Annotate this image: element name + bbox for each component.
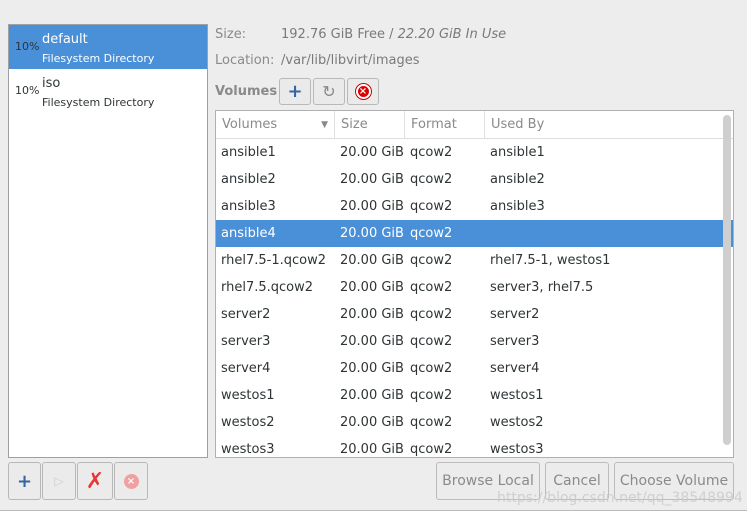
volume-size: 20.00 GiB — [340, 361, 404, 376]
table-row[interactable]: westos3 20.00 GiB qcow2 westos3 — [216, 436, 733, 457]
volume-name: server2 — [221, 307, 271, 322]
plus-icon: + — [287, 81, 303, 102]
location-value: /var/lib/libvirt/images — [281, 53, 420, 68]
volume-size: 20.00 GiB — [340, 415, 404, 430]
volume-used-by: ansible1 — [490, 145, 545, 160]
volume-used-by: westos3 — [490, 442, 544, 457]
volume-format: qcow2 — [410, 442, 453, 457]
volume-name: westos3 — [221, 442, 275, 457]
volume-name: ansible4 — [221, 226, 276, 241]
volume-format: qcow2 — [410, 172, 453, 187]
volume-size: 20.00 GiB — [340, 334, 404, 349]
volume-size: 20.00 GiB — [340, 307, 404, 322]
volume-format: qcow2 — [410, 388, 453, 403]
stop-icon: × — [123, 473, 139, 489]
delete-icon: × — [355, 84, 371, 99]
volume-used-by: server4 — [490, 361, 540, 376]
table-row[interactable]: ansible1 20.00 GiB qcow2 ansible1 — [216, 139, 733, 166]
volume-name: ansible2 — [221, 172, 276, 187]
column-used-by[interactable]: Used By — [485, 111, 733, 138]
volume-size: 20.00 GiB — [340, 199, 404, 214]
size-used: 22.20 GiB In Use — [397, 27, 507, 42]
volume-format: qcow2 — [410, 334, 453, 349]
plus-icon: + — [16, 470, 33, 492]
column-size[interactable]: Size — [335, 111, 405, 138]
column-format[interactable]: Format — [405, 111, 485, 138]
pool-item-default[interactable]: 10% default Filesystem Directory — [9, 25, 207, 69]
volume-name: rhel7.5-1.qcow2 — [221, 253, 326, 268]
start-pool-button[interactable]: ▷ — [42, 462, 76, 500]
volume-used-by: westos1 — [490, 388, 544, 403]
delete-volume-button[interactable]: × — [347, 78, 379, 105]
volume-size: 20.00 GiB — [340, 253, 404, 268]
volume-format: qcow2 — [410, 145, 453, 160]
play-icon: ▷ — [54, 474, 64, 488]
size-free: 192.76 GiB Free / — [281, 27, 398, 42]
volumes-table[interactable]: Volumes ▼ Size Format Used By ansible1 20.… — [215, 110, 734, 458]
volume-used-by: server2 — [490, 307, 540, 322]
volume-size: 20.00 GiB — [340, 172, 404, 187]
pool-type: Filesystem Directory — [42, 96, 155, 109]
volume-name: ansible1 — [221, 145, 276, 160]
location-label: Location: — [215, 53, 275, 68]
volume-name: westos2 — [221, 415, 275, 430]
pool-usage: 10% — [15, 40, 40, 53]
volume-used-by: server3, rhel7.5 — [490, 280, 594, 295]
table-row[interactable]: server2 20.00 GiB qcow2 server2 — [216, 301, 733, 328]
refresh-icon: ↻ — [322, 82, 336, 101]
delete-pool-button[interactable]: ✗ — [77, 462, 113, 500]
volume-format: qcow2 — [410, 226, 453, 241]
volume-format: qcow2 — [410, 199, 453, 214]
volume-size: 20.00 GiB — [340, 280, 404, 295]
column-volumes[interactable]: Volumes ▼ — [216, 111, 335, 138]
volume-format: qcow2 — [410, 361, 453, 376]
storage-pool-list[interactable]: 10% default Filesystem Directory 10% iso… — [8, 24, 208, 458]
table-row[interactable]: westos2 20.00 GiB qcow2 westos2 — [216, 409, 733, 436]
volume-name: server3 — [221, 334, 271, 349]
volume-format: qcow2 — [410, 307, 453, 322]
watermark: https://blog.csdn.net/qq_38548994 — [497, 490, 743, 506]
table-row[interactable]: server4 20.00 GiB qcow2 server4 — [216, 355, 733, 382]
volume-size: 20.00 GiB — [340, 442, 404, 457]
table-row[interactable]: westos1 20.00 GiB qcow2 westos1 — [216, 382, 733, 409]
pool-usage: 10% — [15, 84, 40, 97]
volume-size: 20.00 GiB — [340, 226, 404, 241]
size-value: 192.76 GiB Free / 22.20 GiB In Use — [281, 27, 506, 42]
table-header: Volumes ▼ Size Format Used By — [216, 111, 733, 139]
volume-name: server4 — [221, 361, 271, 376]
size-label: Size: — [215, 27, 247, 42]
add-volume-button[interactable]: + — [279, 78, 311, 105]
volume-name: ansible3 — [221, 199, 276, 214]
sort-down-icon: ▼ — [321, 120, 328, 130]
volume-used-by: rhel7.5-1, westos1 — [490, 253, 611, 268]
volume-size: 20.00 GiB — [340, 145, 404, 160]
volume-used-by: server3 — [490, 334, 540, 349]
volume-size: 20.00 GiB — [340, 388, 404, 403]
add-pool-button[interactable]: + — [8, 462, 41, 500]
pool-type: Filesystem Directory — [42, 52, 155, 65]
volume-name: westos1 — [221, 388, 275, 403]
table-row[interactable]: rhel7.5-1.qcow2 20.00 GiB qcow2 rhel7.5-1, … — [216, 247, 733, 274]
table-row[interactable]: ansible2 20.00 GiB qcow2 ansible2 — [216, 166, 733, 193]
pool-item-iso[interactable]: 10% iso Filesystem Directory — [9, 69, 207, 113]
volume-format: qcow2 — [410, 280, 453, 295]
refresh-volumes-button[interactable]: ↻ — [313, 78, 345, 105]
volume-format: qcow2 — [410, 253, 453, 268]
stop-pool-button[interactable]: × — [114, 462, 148, 500]
scrollbar[interactable] — [723, 115, 731, 445]
volume-used-by: ansible3 — [490, 199, 545, 214]
table-row[interactable]: rhel7.5.qcow2 20.00 GiB qcow2 server3, rhel… — [216, 274, 733, 301]
pool-name: default — [42, 32, 88, 47]
delete-x-icon: ✗ — [85, 468, 105, 494]
table-row[interactable]: server3 20.00 GiB qcow2 server3 — [216, 328, 733, 355]
volumes-label: Volumes — [215, 84, 278, 99]
table-row[interactable]: ansible3 20.00 GiB qcow2 ansible3 — [216, 193, 733, 220]
background-window — [0, 510, 747, 517]
volume-used-by: westos2 — [490, 415, 544, 430]
volume-format: qcow2 — [410, 415, 453, 430]
table-row[interactable]: ansible4 20.00 GiB qcow2 — [216, 220, 733, 247]
volume-used-by: ansible2 — [490, 172, 545, 187]
volume-name: rhel7.5.qcow2 — [221, 280, 314, 295]
pool-name: iso — [42, 76, 61, 91]
